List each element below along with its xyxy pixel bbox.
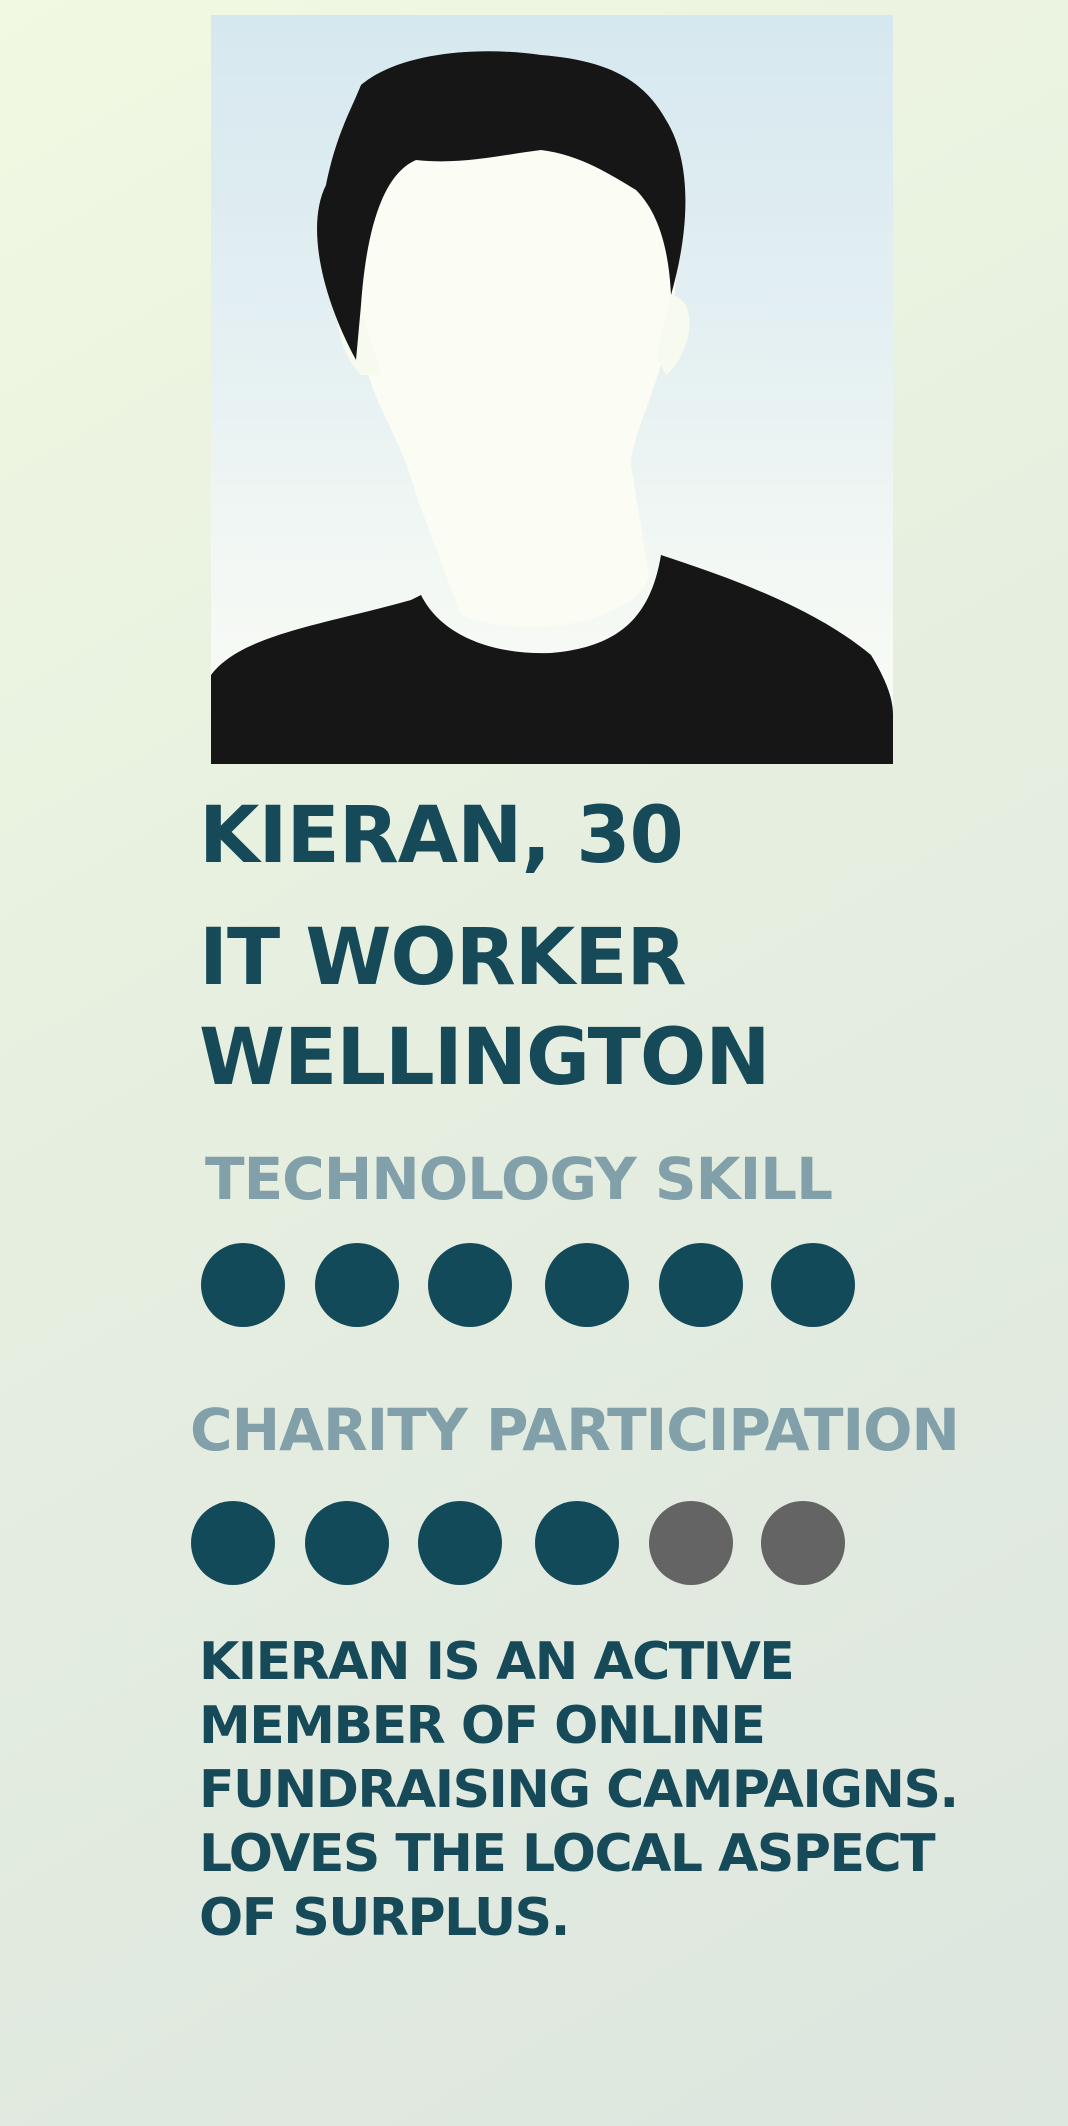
city: WELLINGTON xyxy=(199,1013,770,1103)
charity-participation-dot-6 xyxy=(761,1501,845,1585)
technology-skill-dot-5 xyxy=(659,1243,743,1327)
technology-skill-dot-6 xyxy=(771,1243,855,1327)
charity-participation-dot-3 xyxy=(418,1501,502,1585)
occupation: IT WORKER xyxy=(199,913,687,1003)
technology-skill-dot-3 xyxy=(428,1243,512,1327)
charity-participation-heading: CHARITY PARTICIPATION xyxy=(190,1396,960,1464)
profile-description: KIERAN IS AN ACTIVE MEMBER OF ONLINE FUN… xyxy=(199,1632,959,1948)
charity-participation-dot-2 xyxy=(305,1501,389,1585)
technology-skill-dot-4 xyxy=(545,1243,629,1327)
charity-participation-dot-5 xyxy=(649,1501,733,1585)
charity-participation-dot-1 xyxy=(191,1501,275,1585)
person-silhouette-icon xyxy=(211,51,893,764)
charity-participation-dot-4 xyxy=(535,1501,619,1585)
technology-skill-dot-1 xyxy=(201,1243,285,1327)
technology-skill-heading: TECHNOLOGY SKILL xyxy=(205,1145,833,1213)
charity-participation-rating xyxy=(0,1501,1068,1591)
technology-skill-dot-2 xyxy=(315,1243,399,1327)
avatar xyxy=(211,15,893,764)
person-name-age: KIERAN, 30 xyxy=(199,791,684,881)
technology-skill-rating xyxy=(0,1243,1068,1333)
